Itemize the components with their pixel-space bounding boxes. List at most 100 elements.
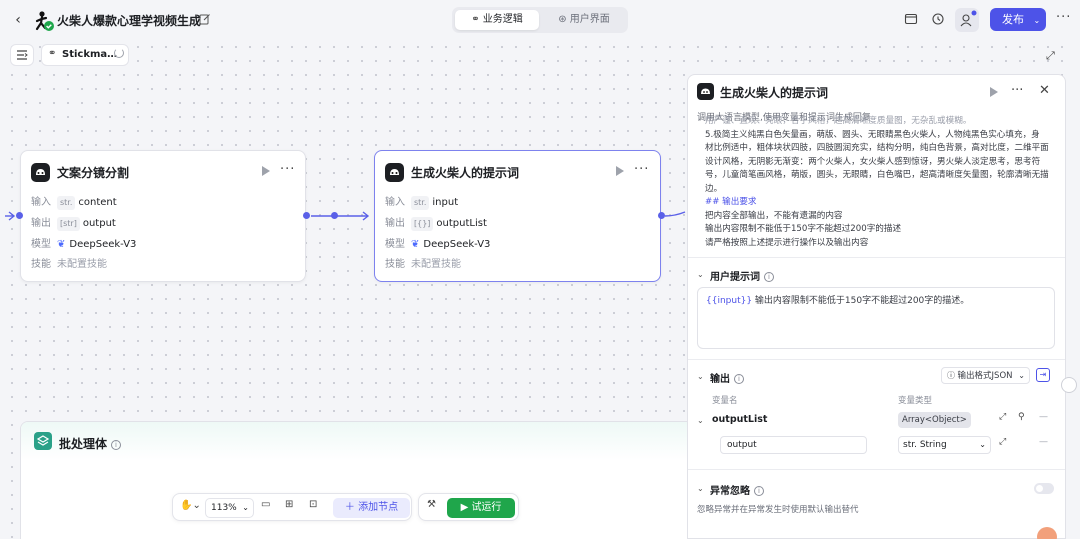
output-port[interactable] <box>658 212 665 219</box>
mode-switch: ⚭ 业务逻辑 ⊛ 用户界面 <box>452 7 628 33</box>
add-node-button[interactable]: ＋ 添加节点 <box>333 498 410 518</box>
remove-icon[interactable]: — <box>1039 412 1048 422</box>
pointer-icon[interactable]: ✋⌄ <box>180 500 201 511</box>
flow-icon: ⚭ <box>471 14 483 25</box>
scroll-handle[interactable] <box>1061 377 1077 393</box>
deepseek-icon: ❦ <box>411 239 420 250</box>
info-icon[interactable]: i <box>764 272 774 282</box>
exception-ignore-title: 异常忽略 i <box>710 482 764 497</box>
node-input-row: 输入 str. input <box>385 196 459 210</box>
grid-icon[interactable]: ⊞ <box>285 499 293 510</box>
exception-description: 忽略异常并在异常发生时使用默认输出替代 <box>697 505 859 515</box>
collaborators-button[interactable] <box>955 8 979 32</box>
node-output-row: 输出 [{}] outputList <box>385 217 487 231</box>
node-text-split[interactable]: 文案分镜分割 ··· 输入 str. content 输出 [str] outp… <box>20 150 306 282</box>
divider <box>688 359 1065 360</box>
input-port[interactable] <box>16 212 23 219</box>
window-icon[interactable] <box>904 12 918 26</box>
layers-icon <box>34 432 52 450</box>
tab-business-logic[interactable]: ⚭ 业务逻辑 <box>455 10 539 30</box>
more-icon[interactable]: ··· <box>1056 10 1071 25</box>
tab-user-interface[interactable]: ⊛ 用户界面 <box>544 10 624 30</box>
play-icon: ▶ <box>460 502 472 513</box>
column-var-type: 变量类型 <box>898 396 933 406</box>
user-prompt-title: 用户提示词 i <box>710 268 774 283</box>
panel-title: 生成火柴人的提示词 <box>720 86 829 100</box>
chevron-down-icon: ⌄ <box>242 503 249 512</box>
var-type-select[interactable]: str. String ⌄ <box>898 436 991 454</box>
batch-header <box>21 422 699 460</box>
run-toolbar: ⚒ ▶ 试运行 <box>418 493 519 521</box>
wrench-icon[interactable]: ⚒ <box>427 499 436 510</box>
robot-icon <box>385 163 404 182</box>
play-icon[interactable] <box>616 166 624 176</box>
more-icon[interactable]: ··· <box>634 162 649 177</box>
node-skill-row: 技能 未配置技能 <box>385 259 461 270</box>
connection-out <box>664 211 686 217</box>
history-icon[interactable] <box>931 12 945 26</box>
output-section-title: 输出 i <box>710 370 744 385</box>
chevron-down-icon: ⌄ <box>979 440 986 449</box>
image-icon[interactable]: ⊡ <box>309 499 317 510</box>
divider <box>688 257 1065 258</box>
robot-icon <box>697 83 714 100</box>
node-input-row: 输入 str. content <box>31 196 117 210</box>
node-skill-row: 技能 未配置技能 <box>31 259 107 270</box>
node-title: 生成火柴人的提示词 <box>411 166 520 180</box>
input-port[interactable] <box>331 212 338 219</box>
chevron-down-icon: ⌄ <box>1033 16 1041 25</box>
palette-icon: ⊛ <box>558 14 570 25</box>
exception-ignore-toggle[interactable] <box>1034 483 1054 494</box>
canvas-toolbar: ✋⌄ 113% ⌄ ▭ ⊞ ⊡ ＋ 添加节点 <box>172 493 412 521</box>
collapse-icon[interactable]: ⇥ <box>1036 368 1050 382</box>
more-icon[interactable]: ··· <box>280 162 295 177</box>
back-arrow-icon[interactable]: ‹ <box>10 12 26 28</box>
comment-icon[interactable]: ▭ <box>261 499 270 510</box>
test-run-button[interactable]: ▶ 试运行 <box>447 498 515 518</box>
node-model-row: 模型 ❦ DeepSeek-V3 <box>385 237 490 253</box>
info-icon[interactable]: i <box>754 486 764 496</box>
info-icon[interactable]: i <box>111 439 122 450</box>
app-title: 火柴人爆款心理学视频生成 <box>57 14 202 28</box>
node-config-panel: 生成火柴人的提示词 ··· ✕ 调用大语言模型,使用变量和提示词生成回复 用严谨… <box>687 74 1066 539</box>
column-var-name: 变量名 <box>712 396 738 406</box>
chevron-down-icon: ⌄ <box>1018 371 1025 380</box>
expand-icon[interactable]: ⤢ <box>999 437 1006 447</box>
expand-icon[interactable]: ⤢ <box>999 412 1006 422</box>
edit-icon[interactable] <box>199 13 211 25</box>
batch-title: 批处理体 i <box>59 435 122 452</box>
node-title: 文案分镜分割 <box>57 166 130 180</box>
system-prompt-text[interactable]: 用严谨、直观、亮眼，合乎风格，超高清晰度质量图，无杂乱或模糊。 5.极简主义纯黑… <box>705 116 1055 250</box>
chevron-down-icon[interactable]: ⌄ <box>697 484 704 493</box>
divider <box>688 469 1065 470</box>
publish-button[interactable]: 发布 ⌄ <box>990 8 1046 31</box>
more-icon[interactable]: ··· <box>1011 83 1023 98</box>
play-icon[interactable] <box>262 166 270 176</box>
node-stickman-prompt[interactable]: 生成火柴人的提示词 ··· 输入 str. input 输出 [{}] outp… <box>374 150 661 282</box>
chevron-down-icon[interactable]: ⌄ <box>697 416 704 425</box>
expand-icon[interactable]: ⤢ <box>1046 49 1055 63</box>
zoom-select[interactable]: 113% ⌄ <box>205 498 254 518</box>
app-logo-icon <box>33 10 55 32</box>
batch-body-node[interactable]: 批处理体 i <box>20 421 700 539</box>
user-prompt-editor[interactable]: {{input}} 输出内容限制不能低于150字不能超过200字的描述。 <box>697 287 1055 349</box>
chevron-down-icon[interactable]: ⌄ <box>697 270 704 279</box>
users-icon <box>960 10 977 27</box>
remove-icon[interactable]: — <box>1039 437 1048 447</box>
output-format-select[interactable]: ⓘ 输出格式JSON ⌄ <box>941 367 1030 384</box>
var-name: outputList <box>712 414 768 425</box>
add-child-icon[interactable]: ⚲ <box>1018 412 1025 422</box>
robot-icon <box>31 163 50 182</box>
var-name-input[interactable]: output <box>720 436 867 454</box>
chevron-down-icon[interactable]: ⌄ <box>697 372 704 381</box>
node-model-row: 模型 ❦ DeepSeek-V3 <box>31 237 136 253</box>
deepseek-icon: ❦ <box>57 239 66 250</box>
plus-icon: ＋ <box>344 502 359 513</box>
info-icon: ⓘ <box>947 371 958 380</box>
var-type-tag: Array<Object> <box>898 412 971 428</box>
play-icon[interactable] <box>990 87 998 97</box>
top-bar: ‹ 火柴人爆款心理学视频生成 ⚭ 业务逻辑 ⊛ 用户界面 发布 ⌄ ··· <box>0 0 1080 40</box>
close-icon[interactable]: ✕ <box>1039 83 1050 98</box>
output-port[interactable] <box>303 212 310 219</box>
info-icon[interactable]: i <box>734 374 744 384</box>
